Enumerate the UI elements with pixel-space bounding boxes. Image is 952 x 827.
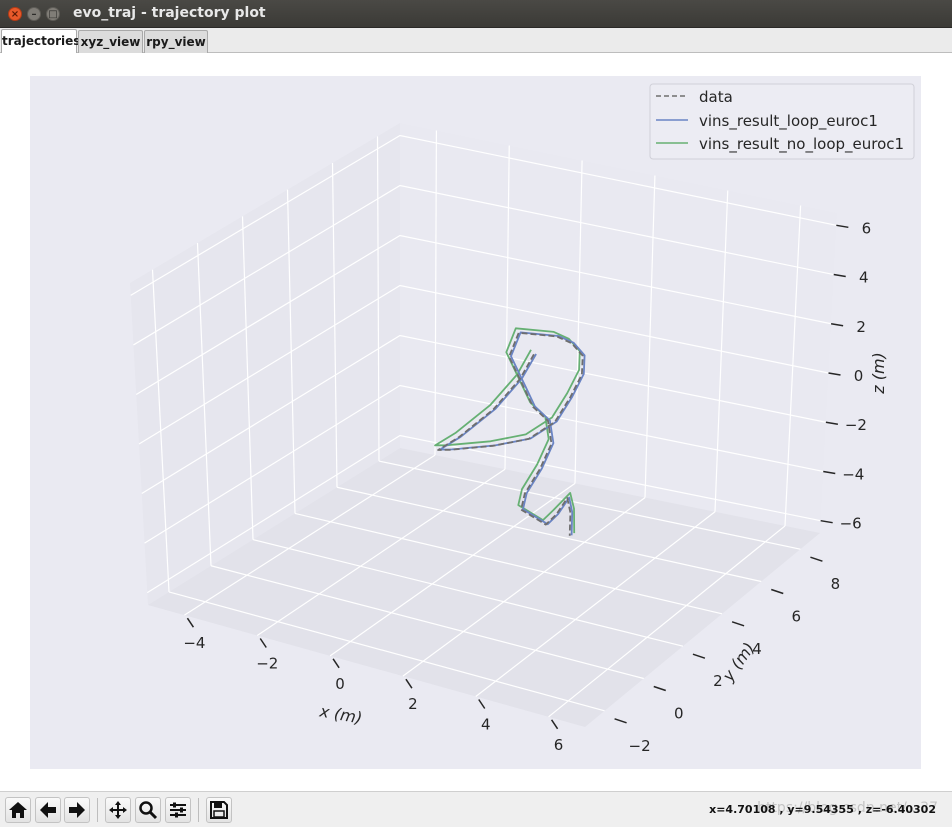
z-tick-label: 0 — [854, 367, 864, 385]
tab-rpy-view[interactable]: rpy_view — [144, 30, 208, 53]
window-titlebar: × – □ evo_traj - trajectory plot — [0, 0, 952, 28]
x-tick-label: −4 — [183, 634, 205, 652]
configure-subplots-button[interactable] — [165, 797, 191, 823]
navigation-toolbar: https://blog.csdn.net/...37 x=4.70108 , … — [0, 791, 952, 827]
zoom-button[interactable] — [135, 797, 161, 823]
z-tick-label: 4 — [859, 269, 869, 287]
legend-label-loop: vins_result_loop_euroc1 — [699, 112, 878, 131]
cursor-coordinate-readout: x=4.70108 , y=9.54355 , z=-6.40302 — [709, 803, 936, 816]
legend-label-no-loop: vins_result_no_loop_euroc1 — [699, 135, 904, 154]
tab-xyz-view[interactable]: xyz_view — [78, 30, 143, 53]
home-icon — [9, 802, 27, 818]
x-tick-label: 0 — [335, 675, 345, 693]
z-axis-label: z (m) — [869, 352, 888, 395]
x-tick-label: −2 — [256, 655, 278, 673]
legend: data vins_result_loop_euroc1 vins_result… — [649, 83, 915, 160]
toolbar-separator — [97, 798, 98, 822]
window-title: evo_traj - trajectory plot — [73, 5, 266, 21]
arrow-left-icon — [40, 802, 56, 818]
save-button[interactable] — [206, 797, 232, 823]
z-tick-label: −4 — [842, 465, 864, 483]
forward-button[interactable] — [64, 797, 90, 823]
z-tick-label: 6 — [862, 219, 872, 237]
pan-button[interactable] — [105, 797, 131, 823]
sliders-icon — [170, 802, 186, 818]
legend-label-data: data — [699, 88, 733, 106]
trajectory-3d-plot[interactable]: −4−20246 −202468−6−4−20246 x (m) y (m) z … — [0, 53, 952, 791]
figure-canvas[interactable]: −4 −2 0 2 4 6 −2 0 2 4 6 8 −6 −4 −2 0 2 4 6 x (m) y (m) z … — [0, 53, 952, 791]
tab-bar: trajectories xyz_view rpy_view — [0, 28, 952, 54]
x-tick-label: 6 — [554, 736, 564, 754]
window-maximize-button[interactable]: □ — [46, 7, 60, 21]
y-tick-label: −2 — [629, 737, 651, 755]
arrow-right-icon — [69, 802, 85, 818]
window-close-button[interactable]: × — [8, 7, 22, 21]
y-tick-label: 8 — [831, 575, 841, 593]
x-tick-label: 2 — [408, 695, 418, 713]
y-tick-label: 6 — [791, 608, 801, 626]
home-button[interactable] — [5, 797, 31, 823]
x-tick-label: 4 — [481, 716, 491, 734]
z-tick-label: −6 — [840, 515, 862, 533]
y-tick-label: 0 — [674, 705, 684, 723]
back-button[interactable] — [35, 797, 61, 823]
window-minimize-button[interactable]: – — [27, 7, 41, 21]
toolbar-separator — [198, 798, 199, 822]
magnifier-icon — [139, 801, 158, 820]
z-tick-label: 2 — [856, 318, 866, 336]
z-tick-label: −2 — [845, 416, 867, 434]
move-icon — [109, 801, 127, 819]
floppy-disk-icon — [210, 801, 228, 819]
tab-trajectories[interactable]: trajectories — [1, 29, 80, 54]
